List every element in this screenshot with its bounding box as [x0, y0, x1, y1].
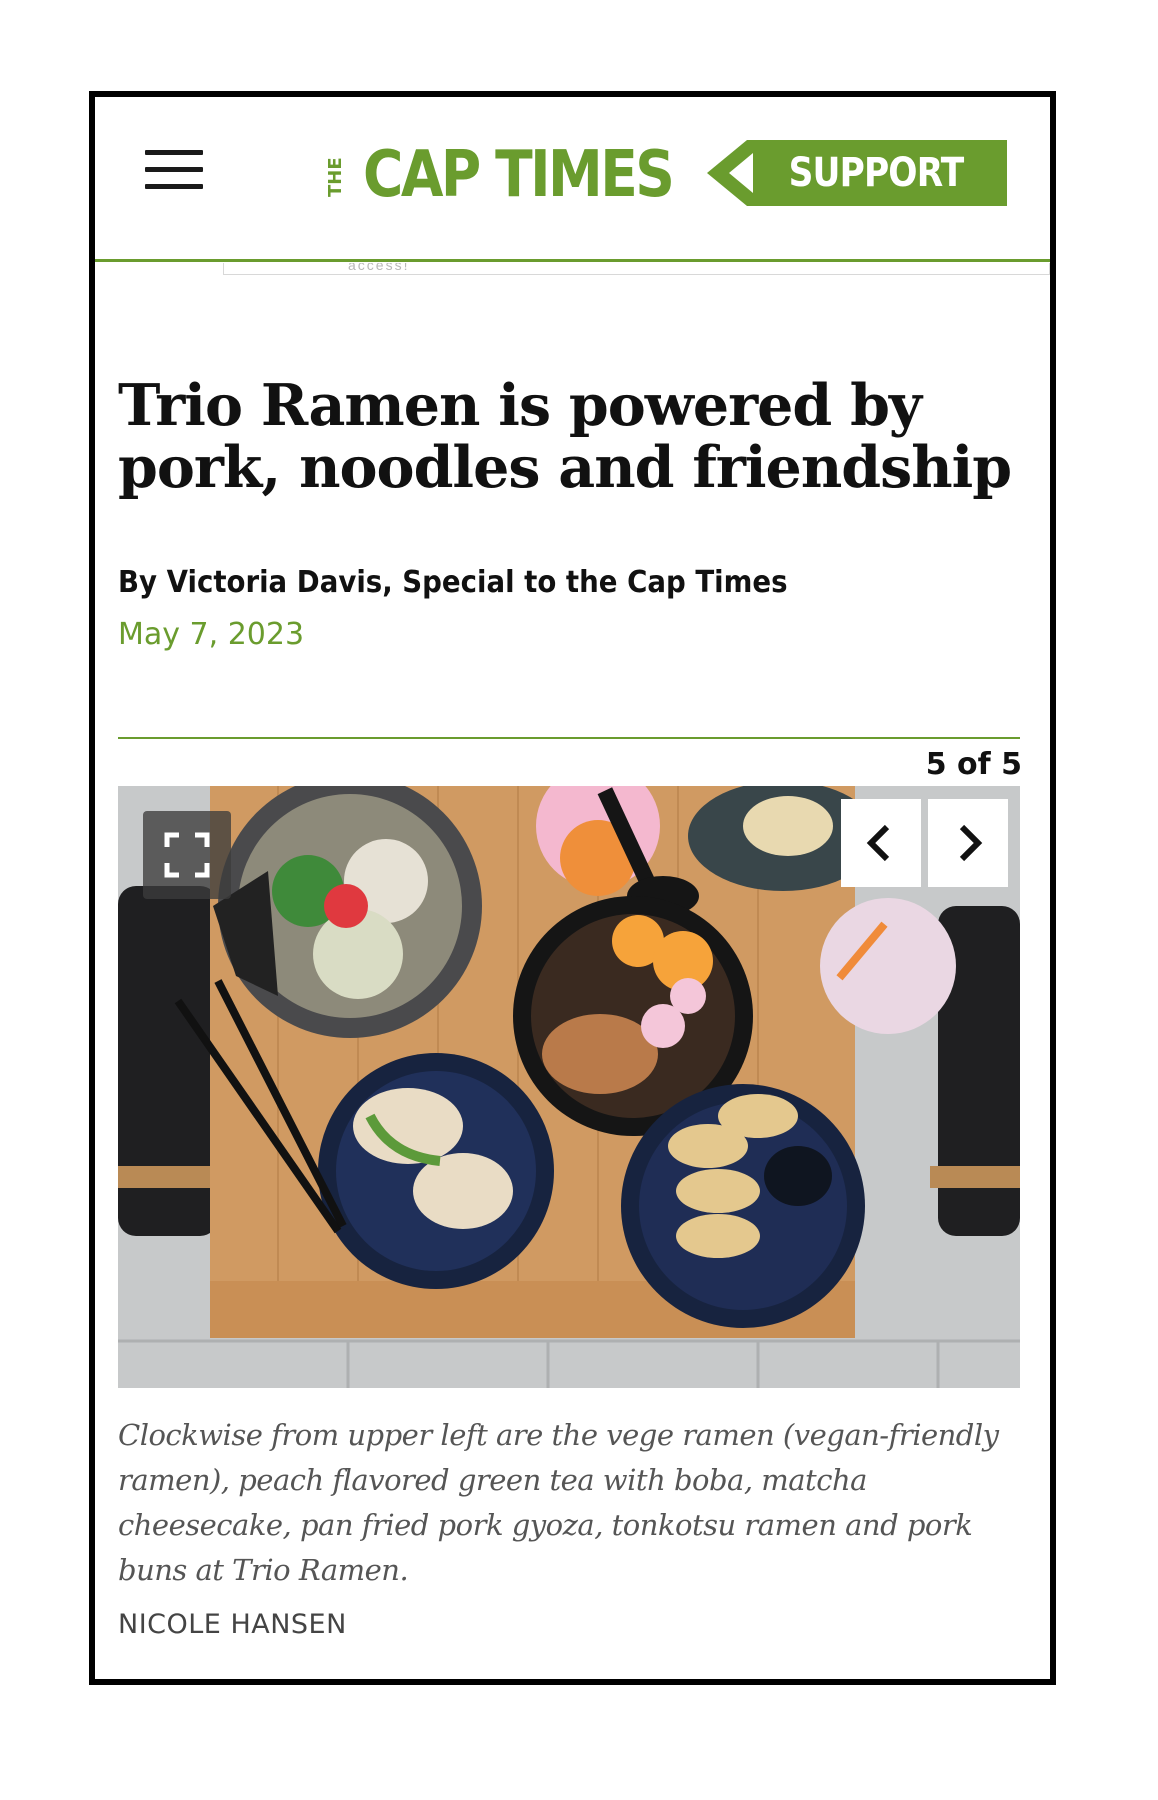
site-header: THE CAP TIMES SUPPORT US	[95, 97, 1050, 262]
chevron-left-icon	[866, 824, 890, 862]
photo-credit: NICOLE HANSEN	[118, 1609, 347, 1640]
logo-cap-times-text: CAP TIMES	[363, 138, 675, 212]
chevron-right-icon	[959, 824, 983, 862]
gallery-prev-button[interactable]	[841, 799, 921, 887]
fullscreen-button[interactable]	[143, 811, 231, 899]
gallery-counter: 5 of 5	[925, 747, 1022, 782]
gallery-next-button[interactable]	[928, 799, 1008, 887]
support-us-label: SUPPORT US	[788, 150, 965, 262]
ad-banner-remnant[interactable]: access!	[223, 263, 1050, 275]
article-byline[interactable]: By Victoria Davis, Special to the Cap Ti…	[118, 565, 788, 600]
ad-remnant-text: access!	[348, 263, 410, 273]
gallery-divider	[118, 737, 1020, 739]
article-date: May 7, 2023	[118, 617, 305, 652]
hamburger-menu-icon[interactable]	[145, 150, 203, 190]
article-headline: Trio Ramen is powered by pork, noodles a…	[118, 372, 1012, 501]
gallery-photo[interactable]	[118, 786, 1020, 1388]
phone-frame: THE CAP TIMES SUPPORT US access! Trio Ra…	[89, 91, 1056, 1685]
support-us-button[interactable]: SUPPORT US	[707, 140, 1007, 262]
photo-caption: Clockwise from upper left are the vege r…	[118, 1418, 999, 1587]
logo-the-text: THE	[325, 157, 346, 197]
fullscreen-icon	[164, 832, 210, 878]
